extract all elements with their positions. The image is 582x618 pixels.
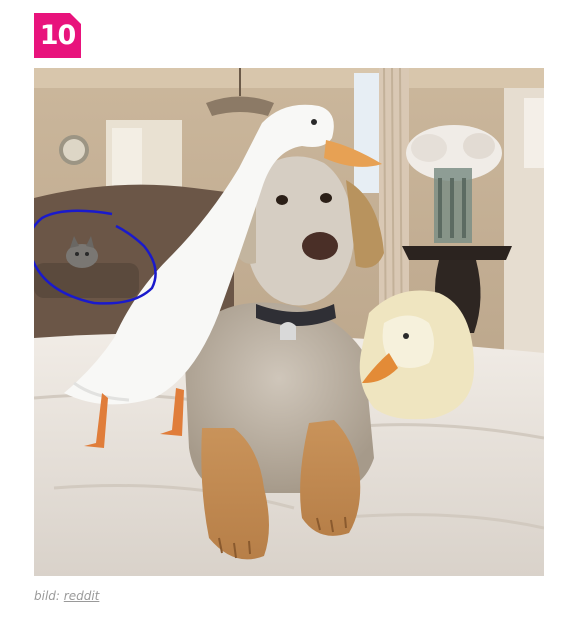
white-duck-eye [311, 119, 317, 125]
article-photo[interactable] [34, 68, 544, 576]
caption-source-link[interactable]: reddit [64, 589, 100, 603]
dog-left-eye [276, 195, 288, 205]
side-table [402, 246, 512, 260]
duckling-eye [403, 333, 409, 339]
list-number: 10 [39, 20, 77, 51]
dog-right-eye [320, 193, 332, 203]
photo-illustration [34, 68, 544, 576]
photo-caption: bild: reddit [34, 589, 99, 603]
ceiling [34, 68, 544, 88]
dog-nose [302, 232, 338, 260]
caption-prefix: bild: [34, 589, 60, 603]
window [354, 73, 382, 193]
collar-tag [280, 322, 296, 340]
list-number-badge: 10 [34, 13, 81, 58]
